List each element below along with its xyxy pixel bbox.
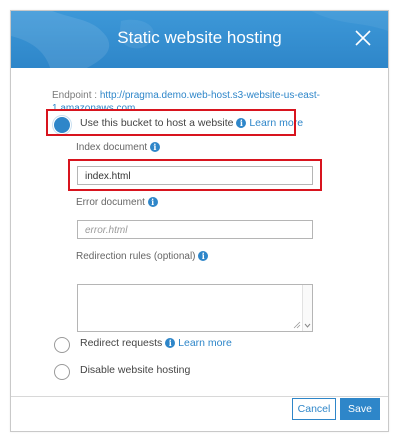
info-icon[interactable]: i — [165, 338, 176, 348]
scroll-down-icon[interactable] — [303, 321, 312, 330]
dialog-title: Static website hosting — [117, 28, 282, 47]
info-icon[interactable]: i — [149, 142, 160, 152]
disable-hosting-label: Disable website hosting — [80, 364, 191, 376]
dialog-header: Static website hosting — [11, 11, 388, 68]
disable-hosting-radio[interactable] — [54, 364, 70, 380]
host-website-label: Use this bucket to host a website — [80, 117, 234, 129]
redirect-requests-radio[interactable] — [54, 337, 70, 353]
redirection-rules-field-label: Redirection rules (optional) i — [76, 251, 209, 262]
redirect-requests-label: Redirect requests — [80, 337, 163, 349]
redirect-learn-more-link[interactable]: Learn more — [178, 337, 232, 349]
info-icon[interactable]: i — [236, 118, 247, 128]
info-icon[interactable]: i — [147, 197, 158, 207]
error-document-field-label: Error document i — [76, 197, 158, 208]
host-website-radio[interactable] — [52, 115, 72, 135]
host-website-option: Use this bucket to host a website i Lear… — [80, 117, 303, 129]
textarea-scrollbar[interactable] — [302, 285, 312, 331]
host-learn-more-link[interactable]: Learn more — [249, 117, 303, 129]
error-document-input[interactable]: error.html — [77, 220, 313, 239]
index-document-field-label: Index document i — [76, 142, 160, 153]
endpoint-info: Endpoint : http://pragma.demo.web-host.s… — [52, 89, 352, 115]
index-document-input[interactable]: index.html — [77, 166, 313, 185]
save-button[interactable]: Save — [340, 398, 380, 420]
info-icon[interactable]: i — [198, 251, 209, 261]
resize-handle-icon[interactable] — [293, 321, 301, 329]
footer-divider — [11, 396, 388, 397]
cancel-button[interactable]: Cancel — [292, 398, 336, 420]
redirect-requests-option: Redirect requests i Learn more — [80, 337, 232, 349]
close-button[interactable] — [353, 28, 373, 48]
close-icon — [355, 30, 371, 46]
endpoint-label: Endpoint : — [52, 90, 98, 101]
redirection-rules-textarea[interactable] — [77, 284, 313, 332]
static-website-hosting-dialog: Static website hosting Endpoint : http:/… — [10, 10, 389, 432]
